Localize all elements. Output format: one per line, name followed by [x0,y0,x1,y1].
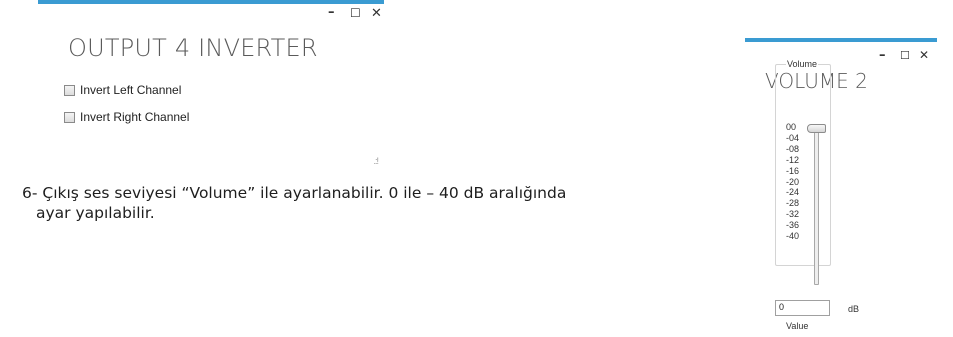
volume-window: – ☐ ✕ VOLUME 2 [745,38,937,337]
window-accent-bar [745,38,937,42]
db-unit-label: dB [848,304,860,314]
volume-slider-thumb[interactable] [807,124,826,133]
output-inverter-window: – ☐ ✕ OUTPUT 4 INVERTER Invert Left Chan… [38,0,384,172]
invert-right-label: Invert Right Channel [80,110,190,124]
value-label: Value [786,321,809,331]
volume-tick-label: -40 [786,231,800,242]
minimize-icon[interactable]: – [328,6,335,19]
close-icon[interactable]: ✕ [919,49,929,61]
invert-right-checkbox[interactable] [64,111,75,123]
window-accent-bar [38,0,384,4]
volume-tick-label: -28 [786,198,800,209]
volume-tick-label: 00 [786,122,797,132]
volume-scale: 00 -04 -08 -12 -16 -20 -24 -28 -32 -36 -40 [786,122,799,242]
volume-group-box [775,64,831,266]
resize-grip-icon[interactable]: .:! [373,156,378,166]
minimize-icon[interactable]: – [879,49,886,62]
paragraph-line-2: ayar yapılabilir. [36,204,155,222]
invert-left-label: Invert Left Channel [80,83,182,97]
maximize-icon[interactable]: ☐ [900,50,910,61]
invert-left-checkbox-row[interactable]: Invert Left Channel [64,83,181,97]
description-paragraph: 6- Çıkış ses seviyesi “Volume” ile ayarl… [22,183,742,223]
volume-tick-label: -16 [786,165,800,176]
maximize-icon[interactable]: ☐ [350,7,361,19]
volume-tick-label: -36 [786,220,800,231]
volume-tick-label: -04 [786,132,800,143]
volume-group-label: Volume [786,59,819,69]
volume-tick-label: -24 [786,187,800,198]
volume-slider-track[interactable] [814,128,819,285]
volume-tick-label: -20 [786,176,800,187]
volume-tick-label: -12 [786,154,800,165]
paragraph-line-1: 6- Çıkış ses seviyesi “Volume” ile ayarl… [22,184,567,202]
window-title: OUTPUT 4 INVERTER [68,34,318,62]
invert-left-checkbox[interactable] [64,84,75,96]
volume-tick-label: -32 [786,209,800,220]
volume-tick-label: -08 [786,143,800,154]
volume-value-input[interactable]: 0 [775,300,830,316]
invert-right-checkbox-row[interactable]: Invert Right Channel [64,110,189,124]
close-icon[interactable]: ✕ [371,7,382,20]
